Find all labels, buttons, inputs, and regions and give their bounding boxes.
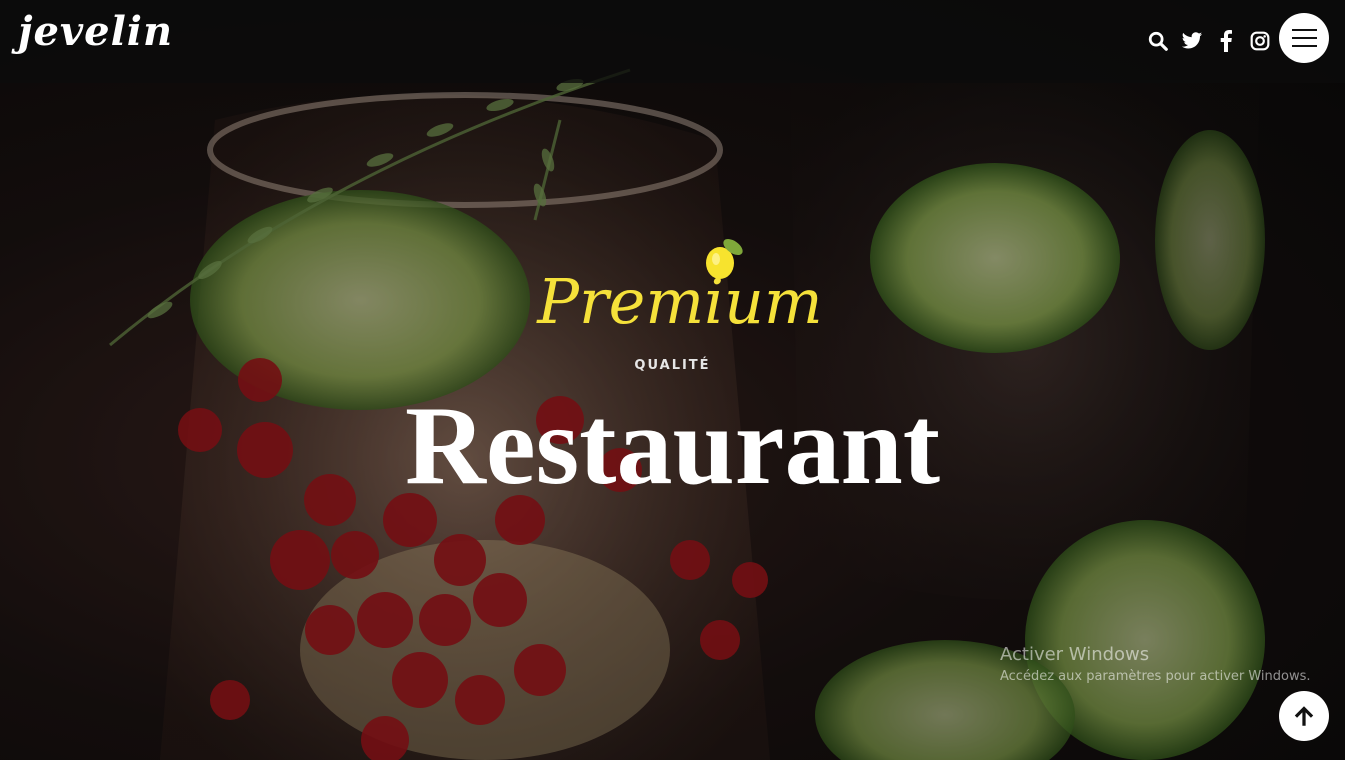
search-icon[interactable] — [1146, 29, 1170, 53]
windows-activation-watermark: Activer Windows Accédez aux paramètres p… — [1000, 644, 1311, 684]
hero-script-text: Premium — [536, 265, 822, 335]
instagram-icon[interactable] — [1248, 29, 1272, 53]
facebook-icon[interactable] — [1214, 29, 1238, 53]
hamburger-line — [1291, 37, 1317, 39]
site-logo[interactable]: jevelin — [18, 8, 173, 55]
watermark-title: Activer Windows — [1000, 644, 1150, 665]
hero-tagline: QUALITÉ — [634, 358, 711, 373]
header-bar: jevelin — [0, 0, 1345, 83]
hero-headline: Restaurant — [404, 384, 941, 508]
hamburger-menu-button[interactable] — [1279, 13, 1329, 63]
watermark-subtitle: Accédez aux paramètres pour activer Wind… — [1000, 669, 1311, 684]
hamburger-line — [1291, 29, 1317, 31]
header-social-links — [1146, 28, 1272, 54]
hero-script-title: Premium — [536, 239, 823, 335]
page: jevelin Premium QUALITÉ Restaurant Activ… — [0, 0, 1345, 760]
scroll-to-top-button[interactable] — [1279, 691, 1329, 741]
arrow-up-icon — [1294, 706, 1314, 726]
hamburger-line — [1291, 45, 1317, 47]
twitter-icon[interactable] — [1180, 29, 1204, 53]
